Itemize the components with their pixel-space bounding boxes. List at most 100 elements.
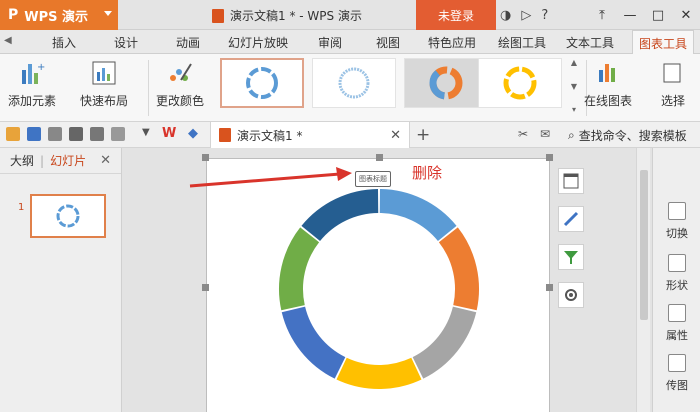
donut-chart[interactable]	[207, 159, 551, 412]
donut-style-icon	[503, 66, 537, 100]
settings-icon[interactable]: ✉	[540, 127, 550, 141]
select-icon	[663, 63, 681, 83]
tab-insert[interactable]: 插入	[52, 34, 76, 51]
tools-icon[interactable]: ✂	[518, 127, 528, 141]
ribbon-separator	[148, 60, 149, 116]
chart-style-2[interactable]	[312, 58, 396, 108]
maximize-button[interactable]: □	[644, 0, 672, 30]
share-icon[interactable]: ▷	[521, 8, 531, 23]
tab-slideshow[interactable]: 幻灯片放映	[228, 34, 288, 51]
title-bar: P WPS 演示 演示文稿1 * - WPS 演示 未登录 ◑ ▷ ? ⤒ — …	[0, 0, 700, 30]
chart-elements-button[interactable]	[558, 168, 584, 194]
resize-handle[interactable]	[546, 284, 553, 291]
more-icon[interactable]	[111, 127, 125, 141]
undo-icon[interactable]	[90, 127, 104, 141]
open-folder-icon[interactable]	[6, 127, 20, 141]
svg-text:+: +	[37, 62, 45, 73]
resize-handle[interactable]	[376, 154, 383, 161]
command-search[interactable]: ⌕ 查找命令、搜索模板	[568, 127, 687, 144]
print-icon[interactable]	[69, 127, 83, 141]
brush-icon	[563, 211, 579, 227]
app-menu-button[interactable]: P WPS 演示	[0, 0, 118, 30]
dropdown-icon[interactable]: ▼	[142, 127, 150, 138]
add-element-button[interactable]: + 添加元素	[8, 60, 56, 109]
resize-handle[interactable]	[546, 154, 553, 161]
expand-icon[interactable]: ▾	[572, 105, 576, 114]
wps-logo-icon: P	[8, 7, 19, 23]
slide-panel: 大纲 | 幻灯片 ✕ 1	[0, 148, 122, 412]
change-color-button[interactable]: 更改颜色	[156, 60, 204, 109]
online-chart-button[interactable]: 在线图表	[584, 60, 632, 109]
ribbon-tabs: ◀ 插入 设计 动画 幻灯片放映 审阅 视图 特色应用 绘图工具 文本工具 图表…	[0, 30, 700, 55]
scroll-thumb[interactable]	[640, 170, 648, 320]
shape-icon	[668, 254, 686, 272]
property-icon	[668, 304, 686, 322]
palette-icon	[170, 63, 192, 81]
tab-review[interactable]: 审阅	[318, 34, 342, 51]
donut-segment[interactable]	[281, 306, 346, 379]
tabs-left-arrow-icon[interactable]: ◀	[4, 35, 12, 46]
tab-design[interactable]: 设计	[114, 34, 138, 51]
shape-button[interactable]: 形状	[653, 254, 700, 293]
donut-segment[interactable]	[336, 357, 422, 389]
property-button[interactable]: 属性	[653, 304, 700, 343]
tab-slides[interactable]: 幻灯片	[50, 152, 86, 169]
resize-handle[interactable]	[202, 154, 209, 161]
close-tab-icon[interactable]: ✕	[390, 128, 401, 143]
donut-segment[interactable]	[301, 189, 379, 242]
right-task-panel: 切换 形状 属性 传图	[652, 148, 700, 412]
tab-features[interactable]: 特色应用	[428, 34, 476, 51]
slide-number: 1	[18, 202, 25, 213]
chart-style-4[interactable]	[478, 58, 562, 108]
chevron-up-icon[interactable]: ▲	[571, 58, 577, 67]
slide-thumbnail[interactable]	[30, 194, 106, 238]
new-tab-button[interactable]: +	[416, 125, 430, 145]
cube-icon[interactable]: ◆	[188, 126, 198, 141]
tab-chart-tools[interactable]: 图表工具	[632, 30, 695, 55]
chart-filter-button[interactable]	[558, 244, 584, 270]
donut-segment[interactable]	[379, 189, 457, 242]
help-icon[interactable]: ?	[541, 8, 548, 23]
tab-outline[interactable]: 大纲	[10, 152, 34, 169]
chart-style-1[interactable]	[220, 58, 304, 108]
ribbon: + 添加元素 快速布局 更改颜色 ▲ ▼ ▾ 在线图表 选择	[0, 54, 700, 122]
skin-icon[interactable]: ◑	[500, 8, 511, 23]
tab-view[interactable]: 视图	[376, 34, 400, 51]
select-button[interactable]: 选择	[660, 60, 686, 109]
switch-button[interactable]: 切换	[653, 202, 700, 241]
close-button[interactable]: ✕	[672, 0, 700, 30]
wps-w-icon[interactable]: W	[162, 126, 176, 141]
resize-handle[interactable]	[202, 284, 209, 291]
chevron-down-icon[interactable]: ▼	[571, 82, 577, 91]
app-name: WPS 演示	[24, 9, 89, 25]
login-button[interactable]: 未登录	[416, 0, 496, 30]
save-icon[interactable]	[27, 127, 41, 141]
send-image-button[interactable]: 传图	[653, 354, 700, 393]
chart-settings-button[interactable]	[558, 282, 584, 308]
tab-text-tools[interactable]: 文本工具	[566, 34, 614, 51]
document-tab[interactable]: 演示文稿1 * ✕	[210, 122, 410, 148]
gear-icon	[565, 289, 577, 301]
pin-icon[interactable]: ⤒	[588, 0, 616, 30]
minimize-button[interactable]: —	[616, 0, 644, 30]
tab-animation[interactable]: 动画	[176, 34, 200, 51]
donut-segment[interactable]	[438, 227, 479, 311]
print-preview-icon[interactable]	[48, 127, 62, 141]
close-panel-icon[interactable]: ✕	[100, 153, 111, 168]
send-image-icon	[668, 354, 686, 372]
bar-chart-add-icon: +	[22, 62, 45, 84]
donut-style-icon	[429, 66, 463, 100]
quick-layout-button[interactable]: 快速布局	[80, 60, 128, 109]
delete-annotation: 删除	[412, 164, 443, 182]
donut-segment[interactable]	[279, 227, 320, 311]
donut-thumbnail-icon	[56, 204, 80, 228]
chart-float-tools	[558, 168, 584, 308]
slide[interactable]: 图表标题	[206, 158, 550, 412]
tab-drawing-tools[interactable]: 绘图工具	[498, 34, 546, 51]
chart-style-button[interactable]	[558, 206, 584, 232]
vertical-scrollbar[interactable]	[636, 148, 650, 412]
donut-segment[interactable]	[412, 306, 477, 379]
styles-scroll[interactable]: ▲ ▼ ▾	[568, 58, 580, 114]
chart-title-placeholder[interactable]: 图表标题	[355, 171, 391, 187]
chart-style-3[interactable]	[404, 58, 488, 108]
